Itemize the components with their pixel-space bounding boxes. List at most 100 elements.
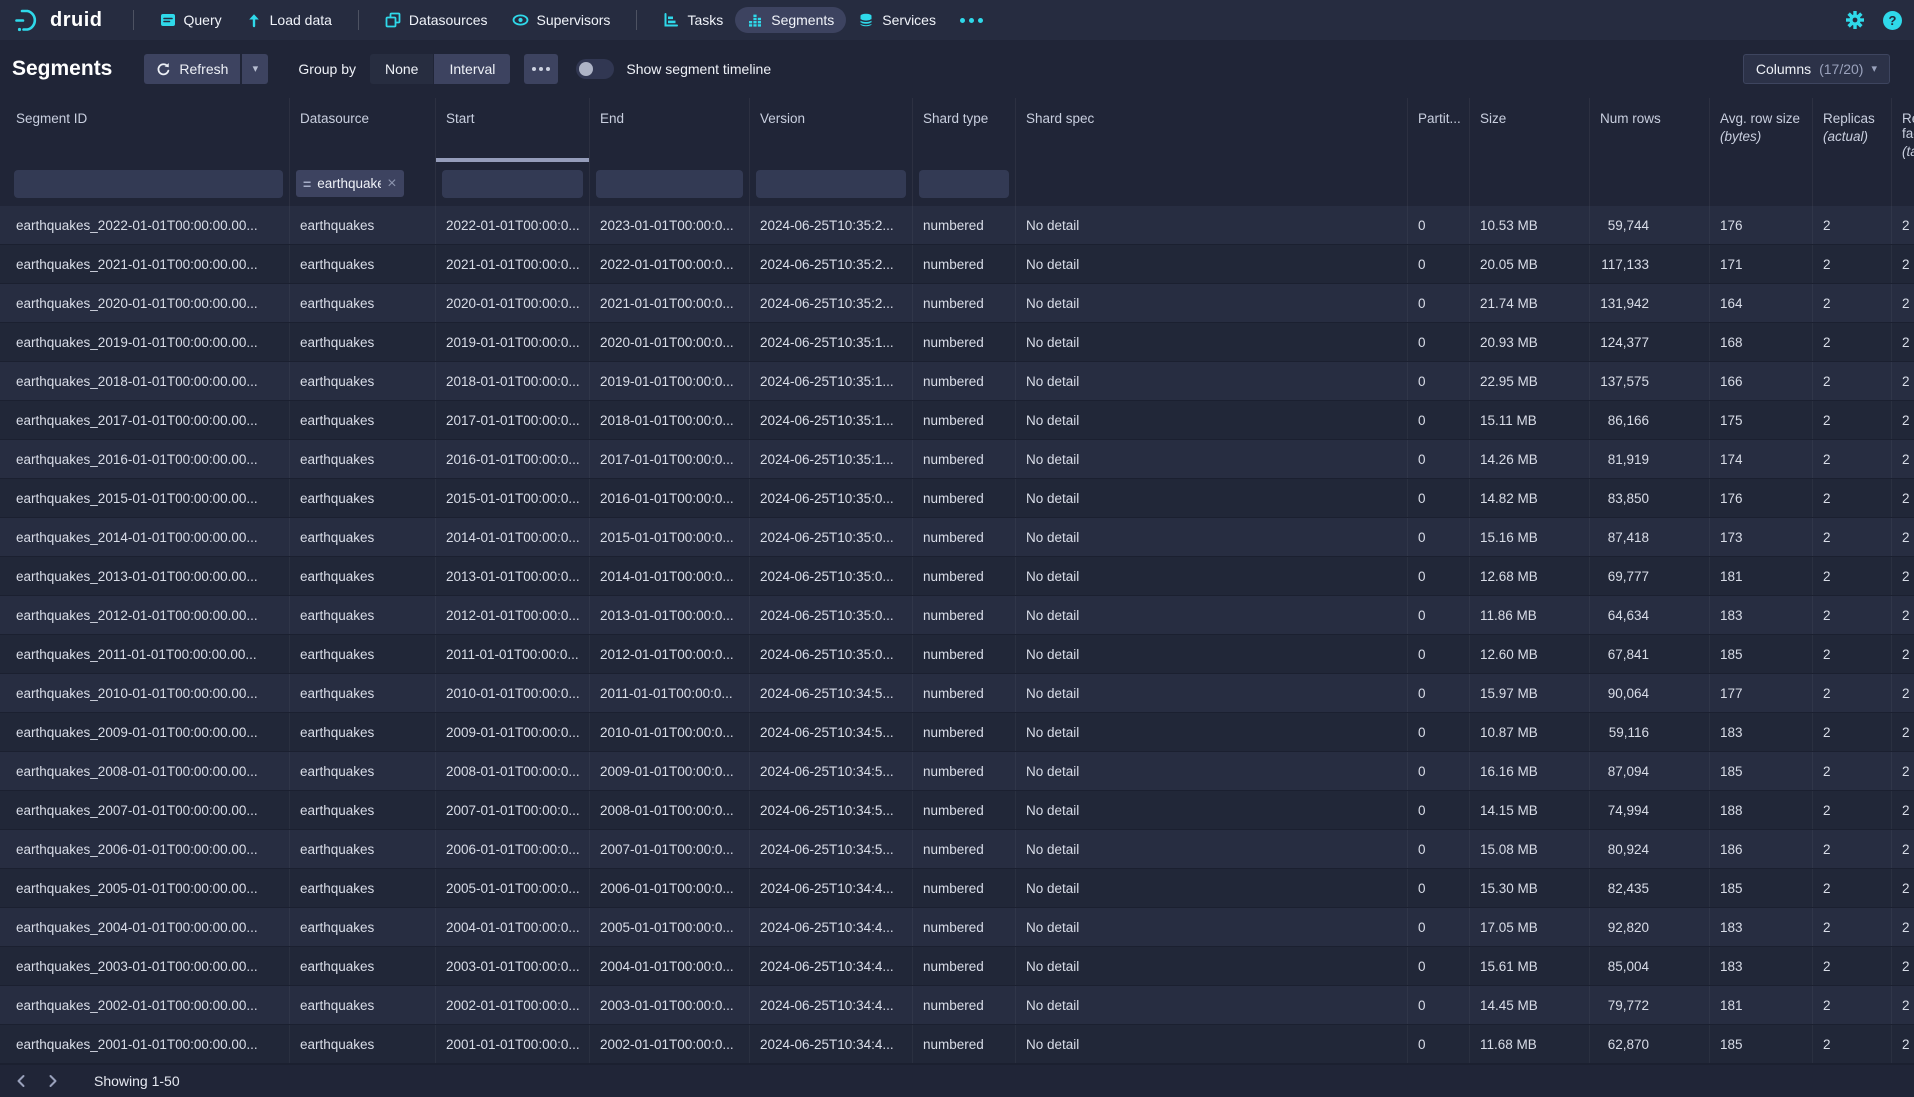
next-page-button[interactable] [40,1069,66,1093]
table-row[interactable]: earthquakes_2010-01-01T00:00:00.00... ea… [0,674,1914,713]
cell-datasource: earthquakes [290,440,436,478]
cell-num-rows: 59,744 [1590,206,1710,244]
table-row[interactable]: earthquakes_2001-01-01T00:00:00.00... ea… [0,1025,1914,1064]
cell-partition: 0 [1408,635,1470,673]
table-row[interactable]: earthquakes_2018-01-01T00:00:00.00... ea… [0,362,1914,401]
columns-button[interactable]: Columns (17/20) ▾ [1743,54,1890,84]
column-header-label: Version [760,111,805,126]
shard-type-filter-input[interactable] [919,170,1009,198]
column-header[interactable]: Partit... [1408,98,1470,162]
group-by-interval-button[interactable]: Interval [433,54,510,84]
cell-datasource: earthquakes [290,947,436,985]
table-filter-row: = earthquakes × [0,162,1914,206]
nav-item-label: Segments [771,12,834,28]
gear-icon[interactable] [1845,10,1865,30]
column-header-label: Partit... [1418,111,1461,126]
column-header[interactable]: Start [436,98,590,162]
cell-replication-factor: 2 [1892,1025,1914,1063]
nav-item-query[interactable]: Query [148,7,234,33]
cell-shard-type: numbered [913,440,1016,478]
cell-partition: 0 [1408,752,1470,790]
nav-more-menu[interactable] [948,13,995,28]
version-filter-input[interactable] [756,170,906,198]
cell-replication-factor: 2 [1892,635,1914,673]
cell-shard-spec: No detail [1016,674,1408,712]
nav-item-datasources[interactable]: Datasources [373,7,500,33]
cell-end: 2008-01-01T00:00:0... [590,791,750,829]
cell-start: 2002-01-01T00:00:0... [436,986,590,1024]
table-row[interactable]: earthquakes_2015-01-01T00:00:00.00... ea… [0,479,1914,518]
nav-item-supervisors[interactable]: Supervisors [500,7,623,33]
nav-item-services[interactable]: Services [846,7,948,33]
cell-end: 2013-01-01T00:00:0... [590,596,750,634]
column-header[interactable]: Shard type [913,98,1016,162]
table-row[interactable]: earthquakes_2016-01-01T00:00:00.00... ea… [0,440,1914,479]
table-row[interactable]: earthquakes_2006-01-01T00:00:00.00... ea… [0,830,1914,869]
cell-end: 2006-01-01T00:00:0... [590,869,750,907]
table-row[interactable]: earthquakes_2003-01-01T00:00:00.00... ea… [0,947,1914,986]
cell-start: 2021-01-01T00:00:0... [436,245,590,283]
table-row[interactable]: earthquakes_2013-01-01T00:00:00.00... ea… [0,557,1914,596]
table-row[interactable]: earthquakes_2007-01-01T00:00:00.00... ea… [0,791,1914,830]
cell-replicas: 2 [1813,947,1892,985]
nav-item-load-data[interactable]: Load data [234,7,344,33]
cell-partition: 0 [1408,674,1470,712]
segment-id-filter-input[interactable] [14,170,283,198]
column-header[interactable]: Num rows [1590,98,1710,162]
nav-item-tasks[interactable]: Tasks [651,7,735,33]
table-row[interactable]: earthquakes_2022-01-01T00:00:00.00... ea… [0,206,1914,245]
segment-timeline-toggle[interactable] [576,59,614,79]
column-header[interactable]: Replicas (actual) [1813,98,1892,162]
column-header[interactable]: Replication factor (target) [1892,98,1914,162]
cell-partition: 0 [1408,713,1470,751]
column-header[interactable]: End [590,98,750,162]
more-options-button[interactable] [524,54,558,84]
cell-segment-id: earthquakes_2020-01-01T00:00:00.00... [0,284,290,322]
column-header[interactable]: Size [1470,98,1590,162]
table-row[interactable]: earthquakes_2019-01-01T00:00:00.00... ea… [0,323,1914,362]
cell-num-rows: 124,377 [1590,323,1710,361]
table-row[interactable]: earthquakes_2004-01-01T00:00:00.00... ea… [0,908,1914,947]
cell-segment-id: earthquakes_2009-01-01T00:00:00.00... [0,713,290,751]
cell-segment-id: earthquakes_2022-01-01T00:00:00.00... [0,206,290,244]
cell-start: 2010-01-01T00:00:0... [436,674,590,712]
cell-replicas: 2 [1813,1025,1892,1063]
refresh-label: Refresh [179,61,228,77]
cell-end: 2009-01-01T00:00:0... [590,752,750,790]
table-row[interactable]: earthquakes_2011-01-01T00:00:00.00... ea… [0,635,1914,674]
cell-num-rows: 59,116 [1590,713,1710,751]
table-row[interactable]: earthquakes_2012-01-01T00:00:00.00... ea… [0,596,1914,635]
table-row[interactable]: earthquakes_2009-01-01T00:00:00.00... ea… [0,713,1914,752]
column-header[interactable]: Shard spec [1016,98,1408,162]
cell-replication-factor: 2 [1892,791,1914,829]
column-header[interactable]: Segment ID [0,98,290,162]
table-row[interactable]: earthquakes_2002-01-01T00:00:00.00... ea… [0,986,1914,1025]
cell-datasource: earthquakes [290,479,436,517]
refresh-dropdown-button[interactable]: ▾ [242,54,268,84]
end-filter-input[interactable] [596,170,743,198]
cell-end: 2002-01-01T00:00:0... [590,1025,750,1063]
datasource-filter-chip[interactable]: = earthquakes × [296,170,404,197]
column-header[interactable]: Version [750,98,913,162]
cell-version: 2024-06-25T10:34:4... [750,908,913,946]
table-row[interactable]: earthquakes_2021-01-01T00:00:00.00... ea… [0,245,1914,284]
nav-item-segments[interactable]: Segments [735,7,846,33]
table-row[interactable]: earthquakes_2020-01-01T00:00:00.00... ea… [0,284,1914,323]
column-header[interactable]: Avg. row size (bytes) [1710,98,1813,162]
table-row[interactable]: earthquakes_2017-01-01T00:00:00.00... ea… [0,401,1914,440]
start-filter-input[interactable] [442,170,583,198]
group-by-none-button[interactable]: None [370,54,433,84]
refresh-button[interactable]: Refresh [144,54,240,84]
help-icon[interactable]: ? [1883,11,1902,30]
table-row[interactable]: earthquakes_2005-01-01T00:00:00.00... ea… [0,869,1914,908]
previous-page-button[interactable] [8,1069,34,1093]
cell-size: 14.15 MB [1470,791,1590,829]
druid-logo[interactable]: druid [12,7,103,33]
cell-start: 2018-01-01T00:00:0... [436,362,590,400]
column-header[interactable]: Datasource [290,98,436,162]
cell-num-rows: 87,094 [1590,752,1710,790]
table-row[interactable]: earthquakes_2014-01-01T00:00:00.00... ea… [0,518,1914,557]
nav-separator [358,10,359,30]
close-icon[interactable]: × [387,176,396,192]
table-row[interactable]: earthquakes_2008-01-01T00:00:00.00... ea… [0,752,1914,791]
